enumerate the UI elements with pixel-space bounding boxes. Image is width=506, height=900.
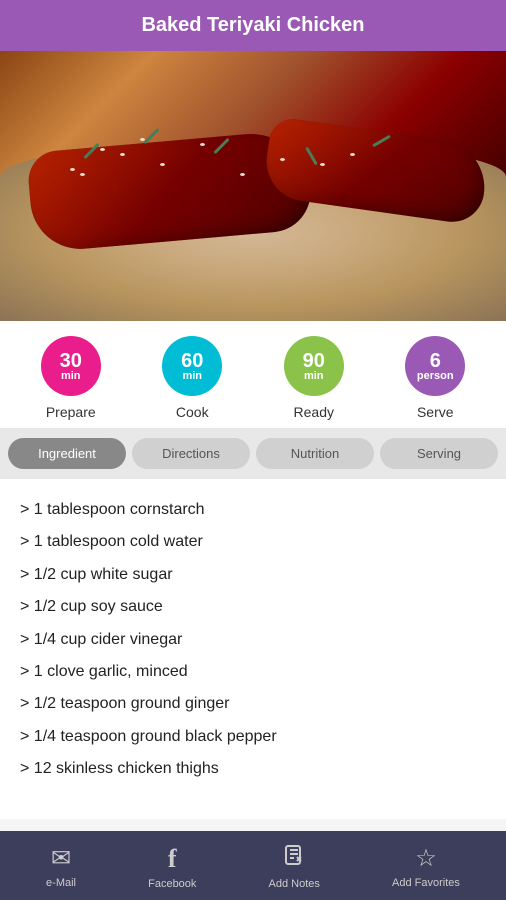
stat-serve: 6 person Serve — [405, 336, 465, 420]
cook-label: Cook — [176, 404, 209, 420]
bottom-navigation: ✉ e-Mail f Facebook Add Notes ☆ Add Favo… — [0, 831, 506, 900]
tabs-bar: Ingredient Directions Nutrition Serving — [0, 428, 506, 479]
ready-label: Ready — [294, 404, 334, 420]
list-item: > 1 clove garlic, minced — [20, 661, 486, 683]
stat-cook: 60 min Cook — [162, 336, 222, 420]
page-title: Baked Teriyaki Chicken — [10, 14, 496, 37]
tab-ingredient[interactable]: Ingredient — [8, 438, 126, 469]
prepare-value: 30 — [60, 351, 82, 371]
add-notes-icon — [282, 843, 306, 874]
prepare-unit: min — [61, 371, 81, 382]
serve-value: 6 — [430, 351, 441, 371]
add-notes-label: Add Notes — [269, 878, 320, 890]
stats-row: 30 min Prepare 60 min Cook 90 min Ready … — [0, 321, 506, 428]
list-item: > 1/2 cup white sugar — [20, 564, 486, 586]
stat-ready: 90 min Ready — [284, 336, 344, 420]
list-item: > 1 tablespoon cornstarch — [20, 499, 486, 521]
serve-label: Serve — [417, 404, 454, 420]
tab-serving[interactable]: Serving — [380, 438, 498, 469]
food-image — [0, 51, 506, 321]
app-header: Baked Teriyaki Chicken — [0, 0, 506, 51]
serve-circle: 6 person — [405, 336, 465, 396]
list-item: > 1/4 cup cider vinegar — [20, 629, 486, 651]
prepare-circle: 30 min — [41, 336, 101, 396]
list-item: > 1 tablespoon cold water — [20, 531, 486, 553]
list-item: > 12 skinless chicken thighs — [20, 758, 486, 780]
stat-prepare: 30 min Prepare — [41, 336, 101, 420]
serve-unit: person — [417, 371, 454, 382]
facebook-icon: f — [168, 844, 177, 874]
nav-facebook[interactable]: f Facebook — [148, 844, 196, 890]
cook-value: 60 — [181, 351, 203, 371]
ready-unit: min — [304, 371, 324, 382]
list-item: > 1/2 teaspoon ground ginger — [20, 693, 486, 715]
email-icon: ✉ — [51, 844, 71, 873]
facebook-label: Facebook — [148, 878, 196, 890]
email-label: e-Mail — [46, 877, 76, 889]
nav-add-favorites[interactable]: ☆ Add Favorites — [392, 844, 460, 889]
nav-email[interactable]: ✉ e-Mail — [46, 844, 76, 889]
prepare-label: Prepare — [46, 404, 96, 420]
ready-value: 90 — [303, 351, 325, 371]
nav-add-notes[interactable]: Add Notes — [269, 843, 320, 890]
ready-circle: 90 min — [284, 336, 344, 396]
ingredients-section: > 1 tablespoon cornstarch > 1 tablespoon… — [0, 479, 506, 819]
add-favorites-label: Add Favorites — [392, 877, 460, 889]
add-favorites-icon: ☆ — [415, 844, 437, 873]
cook-unit: min — [182, 371, 202, 382]
tab-nutrition[interactable]: Nutrition — [256, 438, 374, 469]
tab-directions[interactable]: Directions — [132, 438, 250, 469]
list-item: > 1/2 cup soy sauce — [20, 596, 486, 618]
cook-circle: 60 min — [162, 336, 222, 396]
list-item: > 1/4 teaspoon ground black pepper — [20, 726, 486, 748]
